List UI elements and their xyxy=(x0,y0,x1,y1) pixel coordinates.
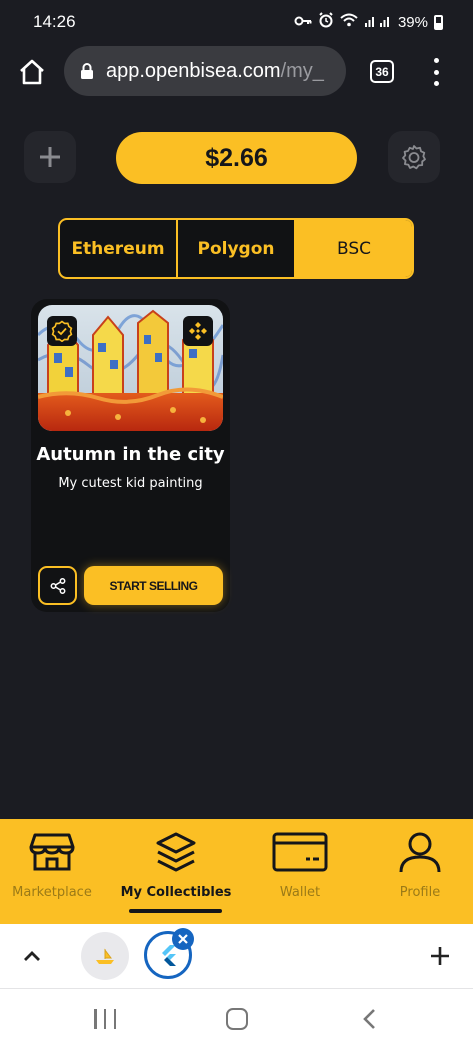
nav-label-wallet: Wallet xyxy=(279,885,321,900)
alarm-icon xyxy=(318,12,334,32)
url-text: app.openbisea.com/my_ xyxy=(106,60,342,83)
wifi-icon xyxy=(340,13,358,31)
back-icon[interactable] xyxy=(360,1007,380,1031)
boat-icon xyxy=(96,948,114,964)
user-icon xyxy=(399,832,441,873)
wallet-card-icon xyxy=(272,832,328,872)
key-icon xyxy=(294,14,312,31)
verified-badge xyxy=(47,316,77,346)
status-icons: 39% xyxy=(294,12,443,32)
layers-icon xyxy=(156,832,196,872)
tab-thumbnail-openbisea[interactable] xyxy=(81,932,129,980)
nav-label-my-collectibles: My Collectibles xyxy=(120,885,232,900)
browser-home-button[interactable] xyxy=(16,56,48,88)
status-bar: 14:26 39% xyxy=(0,0,473,44)
address-bar[interactable]: app.openbisea.com/my_ xyxy=(64,46,346,96)
close-tab-button[interactable] xyxy=(172,928,194,950)
browser-tab-strip xyxy=(0,924,473,988)
close-icon xyxy=(178,934,188,944)
collectible-title: Autumn in the city xyxy=(36,444,225,465)
store-icon xyxy=(29,833,75,871)
system-nav-bar xyxy=(0,988,473,1050)
recents-button[interactable] xyxy=(94,1009,116,1029)
bottom-nav: Marketplace My Collectibles Wallet Profi… xyxy=(0,819,473,924)
flutter-icon xyxy=(162,945,176,966)
chevron-up-icon[interactable] xyxy=(20,944,44,968)
plus-icon xyxy=(40,147,60,167)
verified-icon xyxy=(51,320,73,342)
home-icon xyxy=(20,59,44,85)
nav-wallet[interactable]: Wallet xyxy=(241,819,359,924)
browser-menu-button[interactable] xyxy=(426,58,446,86)
add-collectible-button[interactable] xyxy=(24,131,76,183)
tab-polygon[interactable]: Polygon xyxy=(176,220,294,277)
share-icon xyxy=(50,577,65,594)
nav-label-profile: Profile xyxy=(399,885,441,900)
active-tab-indicator xyxy=(129,909,222,913)
nav-marketplace[interactable]: Marketplace xyxy=(0,819,111,924)
battery-percent: 39% xyxy=(397,13,428,31)
battery-icon xyxy=(434,14,443,30)
gear-icon xyxy=(402,145,426,170)
status-time: 14:26 xyxy=(33,12,76,31)
collectible-description: My cutest kid painting xyxy=(58,476,203,491)
url-path: /my_ xyxy=(280,59,324,82)
browser-toolbar: app.openbisea.com/my_ 36 xyxy=(0,44,473,100)
share-button[interactable] xyxy=(38,566,77,605)
nav-profile[interactable]: Profile xyxy=(361,819,473,924)
binance-icon xyxy=(189,322,207,340)
lock-icon xyxy=(81,63,93,79)
settings-button[interactable] xyxy=(388,131,440,183)
start-selling-button[interactable]: START SELLING xyxy=(84,566,223,605)
system-home-button[interactable] xyxy=(226,1008,248,1030)
nav-label-marketplace: Marketplace xyxy=(12,885,92,900)
tab-bsc[interactable]: BSC xyxy=(294,220,412,277)
tab-ethereum[interactable]: Ethereum xyxy=(60,220,176,277)
signal-icon xyxy=(364,13,392,31)
new-tab-plus-icon[interactable] xyxy=(428,944,452,968)
url-host: app.openbisea.com xyxy=(106,59,281,82)
tab-switcher-button[interactable]: 36 xyxy=(370,60,394,83)
chain-badge xyxy=(183,316,213,346)
network-selector: Ethereum Polygon BSC xyxy=(58,218,414,279)
balance-button[interactable]: $2.66 xyxy=(116,132,357,184)
